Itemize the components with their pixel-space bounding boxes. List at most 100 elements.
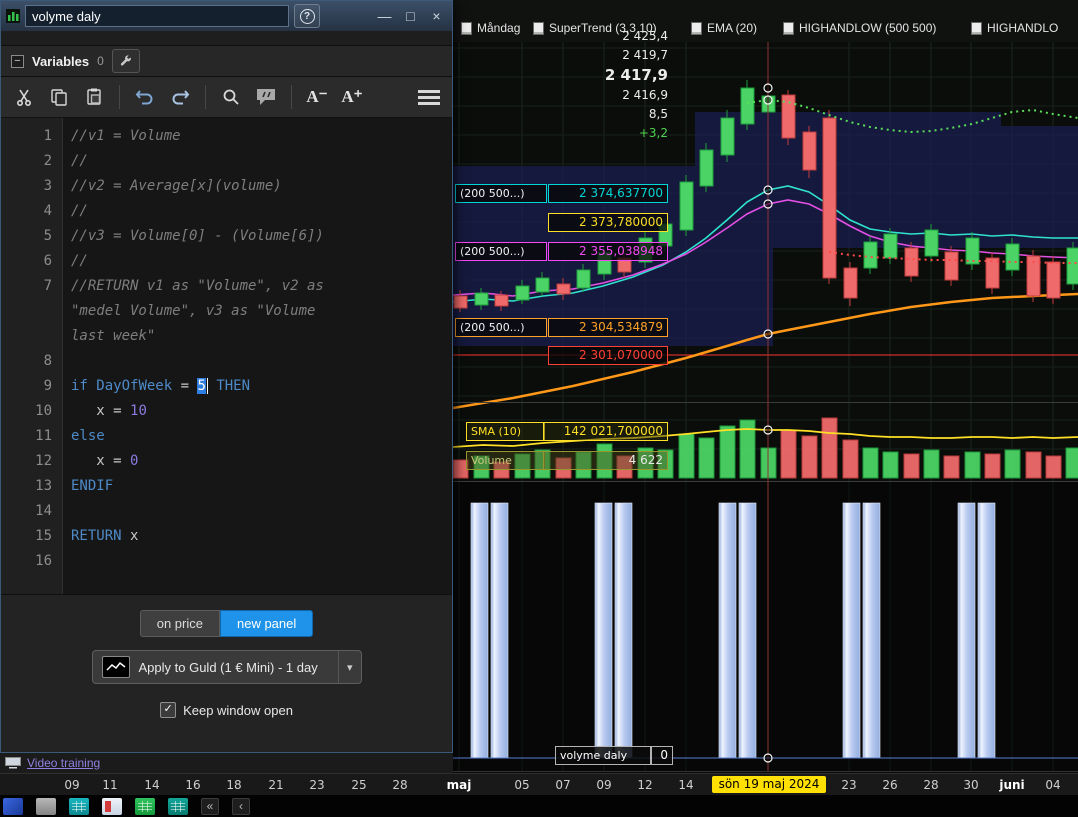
code-line: RETURN x (71, 528, 139, 544)
x-axis-label: 16 (185, 778, 201, 792)
taskbar-collapse-button[interactable]: « (201, 797, 219, 815)
line-number: 13 (35, 478, 52, 494)
x-axis-label: 09 (64, 778, 80, 792)
x-axis-label: 14 (678, 778, 694, 792)
spreadsheet-icon[interactable] (135, 797, 155, 815)
search-button[interactable] (218, 84, 244, 110)
x-axis-label: 11 (102, 778, 118, 792)
code-line: // (71, 153, 88, 169)
x-axis-label: 09 (596, 778, 612, 792)
variables-count: 0 (97, 54, 104, 68)
crosshair-marker (763, 199, 773, 209)
video-icon (5, 757, 21, 769)
code-editor[interactable]: 1234567 8 9 10 11 12 13 14 15 16 //v1 = Volume//… (1, 118, 452, 594)
line-number: 7 (43, 278, 52, 294)
window-icon (6, 9, 20, 23)
line-number: 9 (43, 378, 52, 394)
ohlc-value: 8,5 (648, 107, 668, 121)
price-data-box: 2 425,4 2 419,7 2 417,9 2 416,9 8,5 +3,2 (453, 27, 668, 143)
chart-window[interactable]: Måndag SuperTrend (3,3 10) EMA (20) HIGHAND… (453, 0, 1078, 773)
wrench-icon (120, 55, 131, 66)
indicator-icon (691, 21, 702, 35)
candle-body (720, 117, 735, 156)
calculator-icon[interactable] (69, 797, 89, 815)
clipboard-icon (87, 88, 101, 105)
weekly-indicator-bar (718, 502, 737, 759)
candle-body (944, 251, 959, 281)
x-axis-label: 05 (514, 778, 530, 792)
help-icon: ? (299, 8, 315, 24)
video-training-link[interactable]: Video training (27, 756, 100, 770)
on-price-button[interactable]: on price (139, 610, 220, 637)
undo-button[interactable] (132, 84, 158, 110)
x-axis: 09 11 14 16 18 21 23 25 28 maj 05 07 09 12 14 23 26 28 30 j… (0, 773, 1078, 795)
volume-bar (657, 449, 674, 479)
video-strip: Video training (0, 753, 453, 773)
volume-bar (637, 447, 654, 479)
candle-body (1046, 261, 1061, 299)
apply-label: Apply to Guld (1 € Mini) - 1 day (138, 659, 318, 675)
share-icon[interactable] (36, 797, 56, 815)
x-axis-label: 12 (637, 778, 653, 792)
indicator-toggle[interactable]: HIGHANDLOW (500 500) (783, 21, 936, 35)
redo-button[interactable] (167, 84, 193, 110)
indicator-toggle[interactable]: HIGHANDLO (971, 21, 1058, 35)
close-button[interactable]: × (426, 8, 447, 24)
candle-body (924, 229, 939, 257)
line-number: 15 (35, 528, 52, 544)
taskbar-icons (3, 797, 188, 815)
help-button[interactable]: ? (294, 4, 320, 28)
code-line: //RETURN v1 as "Volume", v2 as (71, 278, 324, 294)
chevron-down-icon[interactable]: ▾ (337, 651, 361, 683)
ohlc-value: 2 416,9 (622, 88, 668, 102)
taskbar-back-button[interactable]: ‹ (232, 797, 250, 815)
minimize-button[interactable]: — (374, 8, 395, 24)
document-icon[interactable] (102, 797, 122, 815)
maximize-button[interactable]: □ (400, 8, 421, 24)
code-line: //v3 = Volume[0] - (Volume[6]) (71, 228, 324, 244)
apply-button[interactable]: Apply to Guld (1 € Mini) - 1 day ▾ (91, 650, 362, 684)
cut-button[interactable] (11, 84, 37, 110)
collapse-toggle[interactable]: − (11, 54, 24, 68)
x-axis-label: 14 (144, 778, 160, 792)
weekly-indicator-bar (842, 502, 861, 759)
increase-font-button[interactable]: A⁺ (339, 84, 365, 110)
volume-bar (1065, 447, 1078, 479)
volume-bar (534, 449, 551, 479)
indicator-name-input[interactable] (25, 5, 289, 27)
app-icon-blue[interactable] (3, 797, 23, 815)
toolbar-separator (205, 85, 206, 109)
code-text[interactable]: //v1 = Volume // //v2 = Average[x](volume)… (63, 118, 452, 594)
indicator-toggle[interactable]: EMA (20) (691, 21, 757, 35)
ohlc-value: 2 419,7 (622, 48, 668, 62)
toolbar-separator (291, 85, 292, 109)
copy-button[interactable] (46, 84, 72, 110)
x-axis-label: 07 (555, 778, 571, 792)
candle-body (494, 294, 509, 307)
candle-body (822, 117, 837, 279)
chart-app-icon[interactable] (168, 797, 188, 815)
comment-button[interactable] (253, 84, 279, 110)
variables-settings-button[interactable] (111, 49, 140, 73)
volume-bar (514, 453, 531, 479)
code-line: last week" (71, 328, 156, 344)
keep-window-open-checkbox[interactable]: ✓ (160, 702, 177, 718)
candle-body (843, 267, 858, 299)
editor-footer: on price new panel Apply to Guld (1 € Mi… (1, 594, 452, 752)
x-axis-label: 28 (923, 778, 939, 792)
decrease-font-button[interactable]: A⁻ (304, 84, 330, 110)
candle-body (883, 233, 898, 259)
screen: Måndag SuperTrend (3,3 10) EMA (20) HIGHAND… (0, 0, 1078, 817)
line-number: 1 (43, 128, 52, 144)
volume-bar (984, 453, 1001, 479)
new-panel-button[interactable]: new panel (219, 610, 314, 637)
volume-bar (821, 417, 838, 479)
editor-toolbar: A⁻ A⁺ (1, 77, 452, 118)
x-axis-label: 23 (309, 778, 325, 792)
x-axis-label: 30 (963, 778, 979, 792)
menu-button[interactable] (416, 84, 442, 110)
window-titlebar[interactable]: ? — □ × (1, 1, 452, 31)
volume-bar (678, 433, 695, 479)
paste-button[interactable] (81, 84, 107, 110)
